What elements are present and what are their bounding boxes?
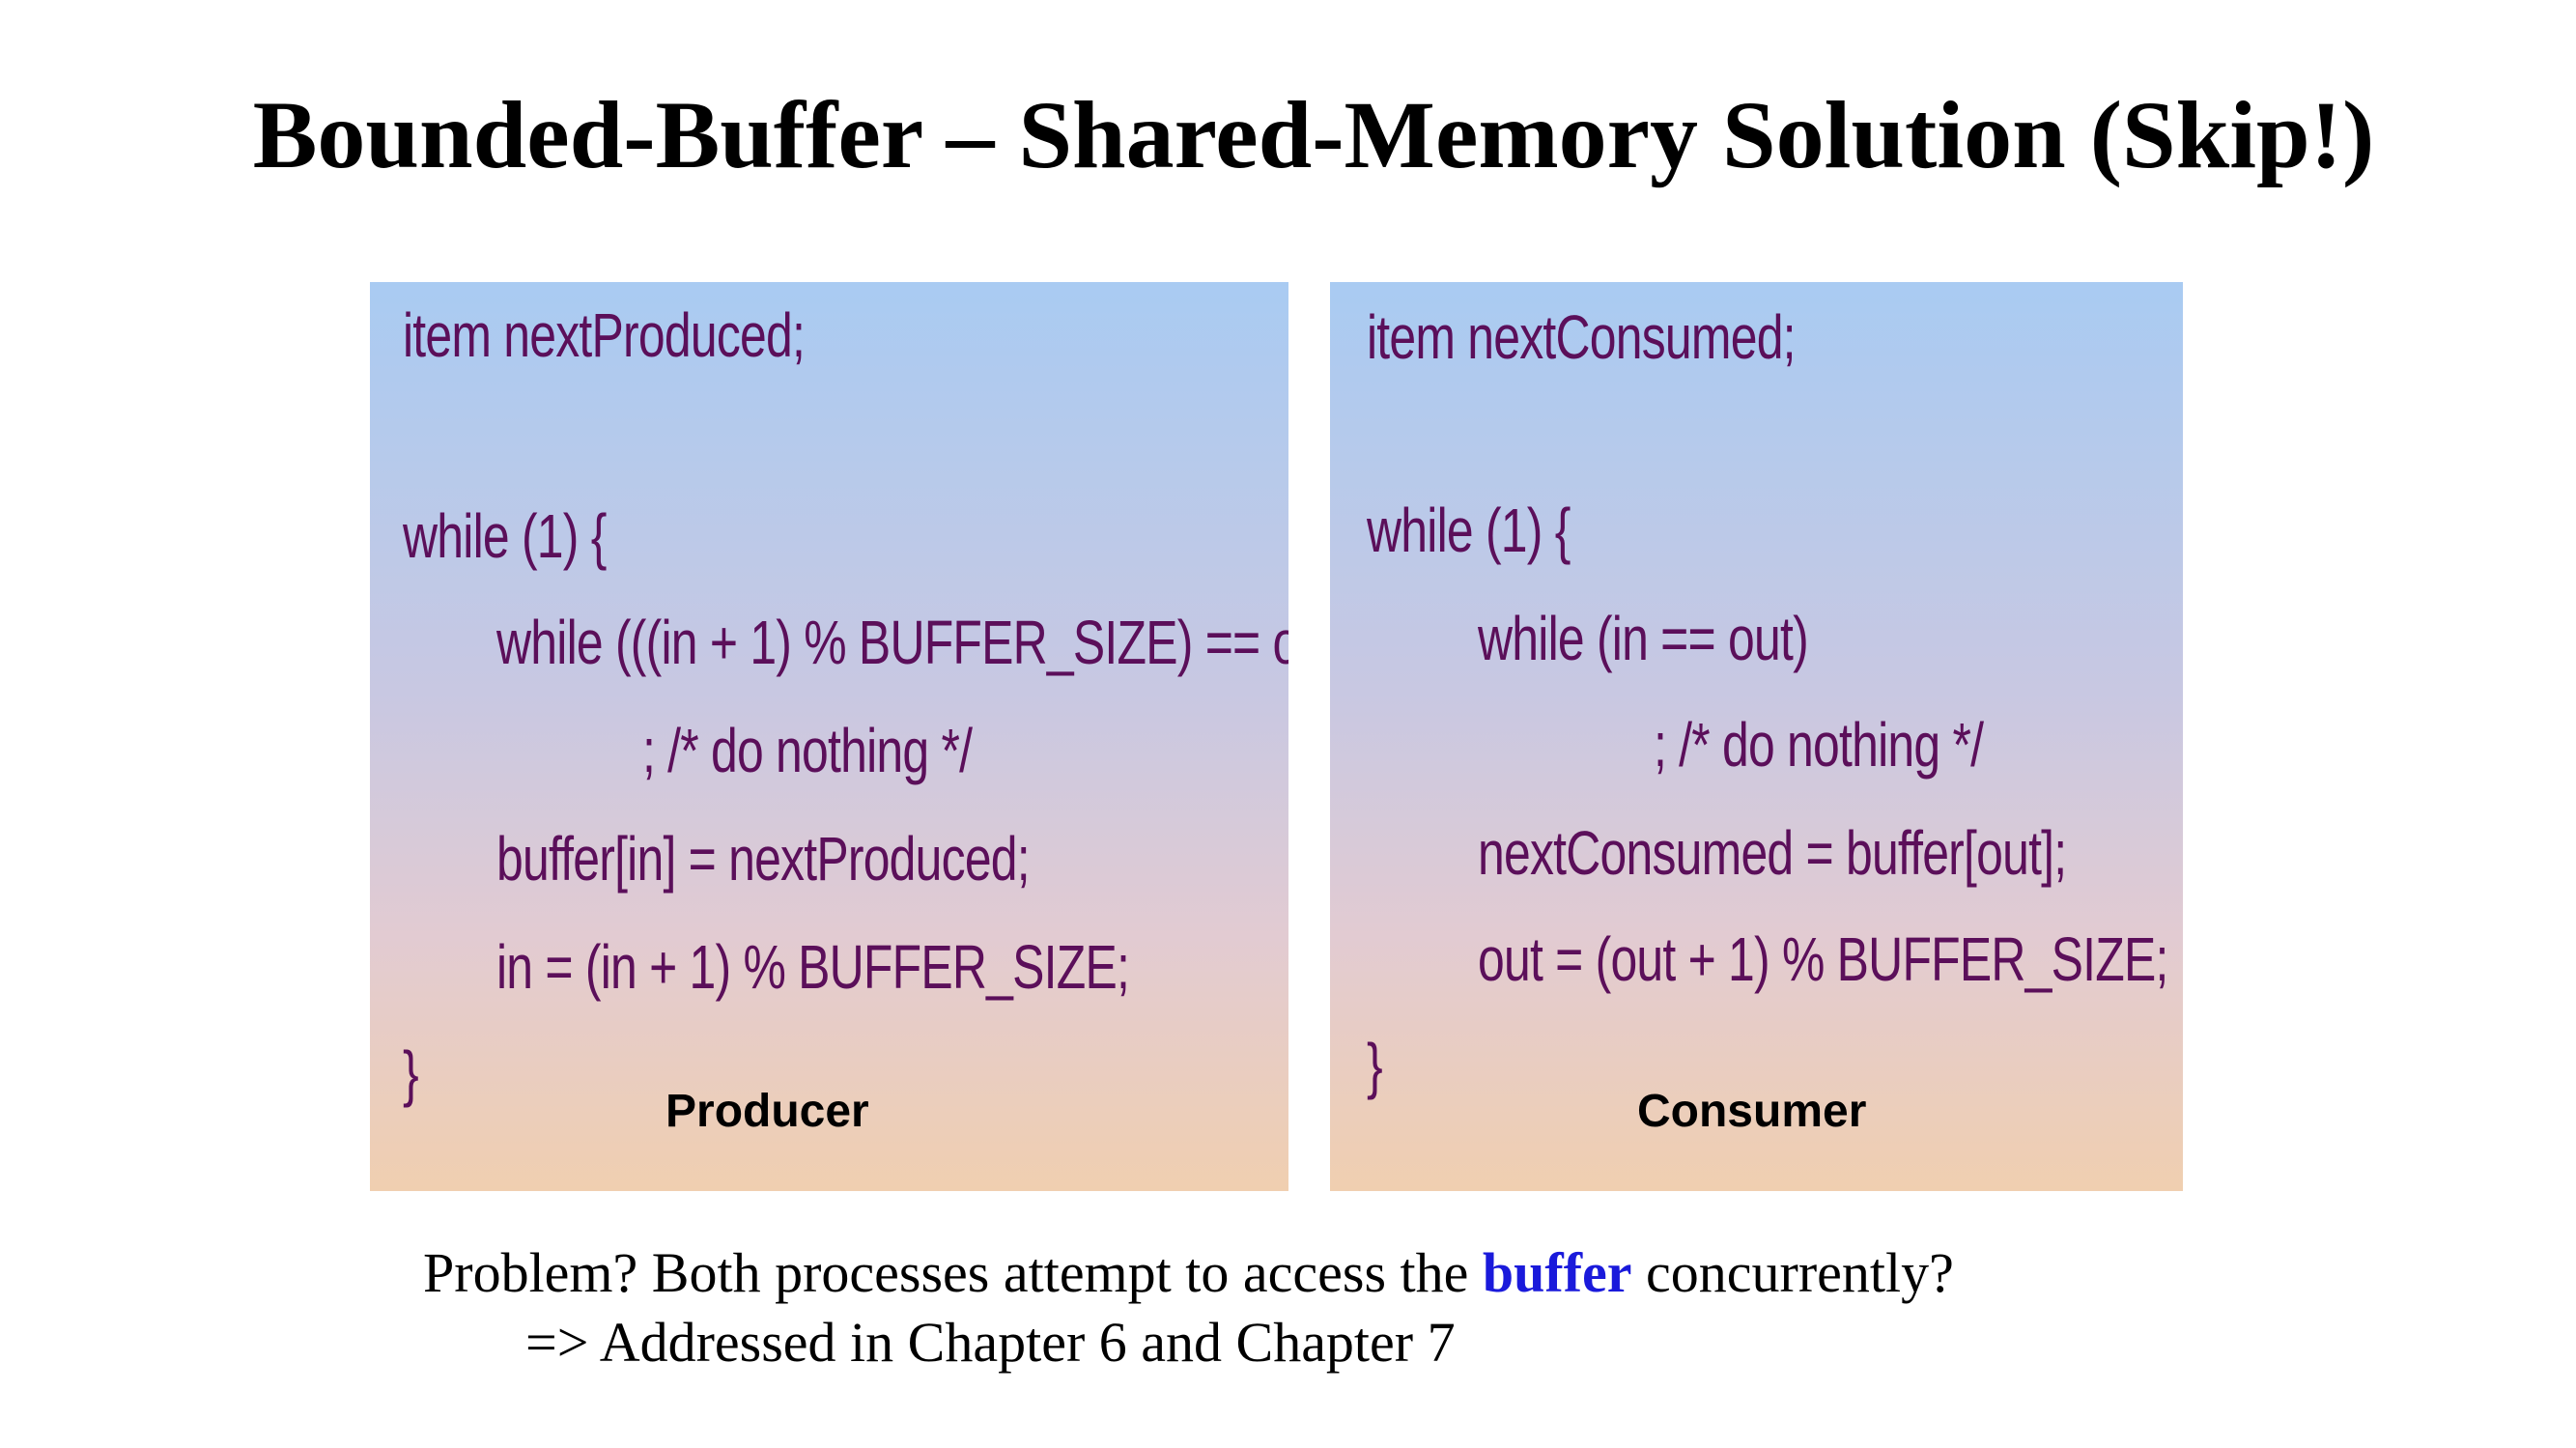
producer-code-line: while (((in + 1) % BUFFER_SIZE) == out) bbox=[496, 608, 1288, 677]
producer-code-line: } bbox=[403, 1038, 419, 1108]
producer-code-line: in = (in + 1) % BUFFER_SIZE; bbox=[496, 932, 1130, 1002]
consumer-code-line: item nextConsumed; bbox=[1367, 302, 1797, 372]
producer-code-line: while (1) { bbox=[403, 501, 607, 571]
producer-code-line: item nextProduced; bbox=[403, 300, 806, 370]
consumer-caption: Consumer bbox=[1637, 1086, 1867, 1137]
consumer-code-line: ; /* do nothing */ bbox=[1654, 710, 1984, 780]
producer-code-panel: item nextProduced; while (1) { while (((… bbox=[370, 282, 1288, 1191]
producer-code-line: ; /* do nothing */ bbox=[642, 716, 973, 785]
producer-caption: Producer bbox=[665, 1086, 869, 1137]
problem-note: Problem? Both processes attempt to acces… bbox=[423, 1240, 1954, 1305]
slide-title: Bounded-Buffer – Shared-Memory Solution … bbox=[252, 81, 2375, 188]
chapter-reference-note: => Addressed in Chapter 6 and Chapter 7 bbox=[525, 1311, 1456, 1374]
problem-note-text-end: concurrently? bbox=[1631, 1241, 1954, 1304]
buffer-highlight: buffer bbox=[1482, 1241, 1632, 1304]
consumer-code-line: while (in == out) bbox=[1478, 604, 1809, 673]
problem-note-text: Problem? Both processes attempt to acces… bbox=[423, 1241, 1483, 1304]
consumer-code-line: nextConsumed = buffer[out]; bbox=[1478, 818, 2067, 888]
producer-code-line: buffer[in] = nextProduced; bbox=[496, 824, 1031, 894]
consumer-code-panel: item nextConsumed; while (1) { while (in… bbox=[1330, 282, 2183, 1191]
consumer-code-line: } bbox=[1367, 1031, 1383, 1100]
consumer-code-line: out = (out + 1) % BUFFER_SIZE; bbox=[1478, 924, 2168, 994]
consumer-code-line: while (1) { bbox=[1367, 496, 1571, 565]
